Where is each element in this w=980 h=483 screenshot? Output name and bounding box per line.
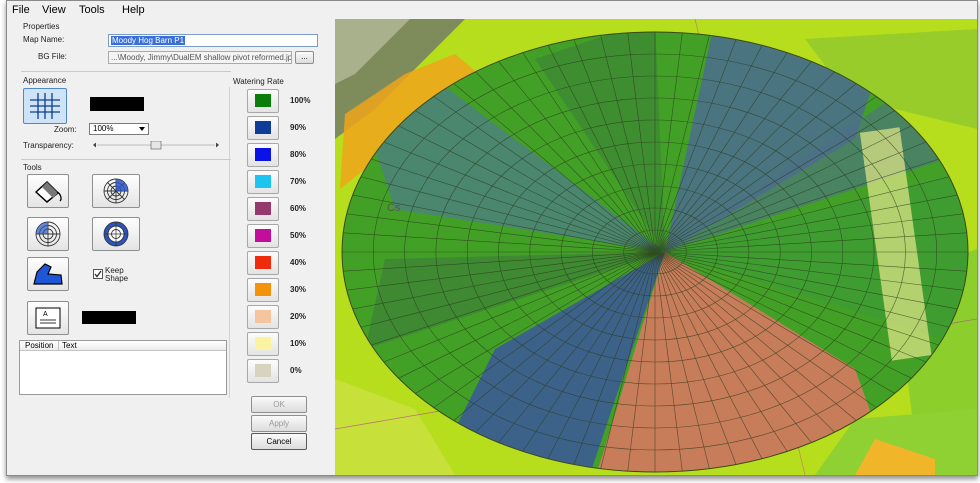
rate-color-swatch bbox=[255, 148, 271, 161]
menu-view[interactable]: View bbox=[42, 4, 66, 16]
rate-button-9[interactable] bbox=[247, 332, 279, 356]
sector-tool-button[interactable] bbox=[92, 174, 140, 208]
bg-file-field: ...\Moody, Jimmy\DualEM shallow pivot re… bbox=[108, 51, 292, 64]
shape-tool-button[interactable] bbox=[27, 257, 69, 291]
rate-label: 100% bbox=[290, 96, 311, 105]
menu-bar: File View Tools Help bbox=[7, 1, 337, 19]
rate-color-swatch bbox=[255, 364, 271, 377]
transparency-slider[interactable] bbox=[89, 140, 221, 150]
pivot-sector-icon bbox=[103, 178, 129, 204]
bg-file-label: BG File: bbox=[38, 52, 67, 61]
rate-label: 60% bbox=[290, 204, 307, 213]
text-color-swatch[interactable] bbox=[82, 311, 136, 324]
properties-section-title: Properties bbox=[23, 22, 60, 31]
rate-button-1[interactable] bbox=[247, 116, 279, 140]
rate-label: 40% bbox=[290, 258, 307, 267]
pivot-ring-icon bbox=[103, 221, 129, 247]
menu-tools[interactable]: Tools bbox=[79, 4, 105, 16]
rate-label: 80% bbox=[290, 150, 307, 159]
paint-bucket-icon bbox=[34, 180, 62, 203]
ok-button[interactable]: OK bbox=[251, 396, 307, 413]
svg-text:Cs: Cs bbox=[387, 202, 401, 214]
rate-label: 20% bbox=[290, 312, 307, 321]
rate-color-swatch bbox=[255, 229, 271, 242]
column-text[interactable]: Text bbox=[62, 341, 77, 350]
map-label: Cs bbox=[387, 202, 401, 214]
control-panel: Properties Map Name: Moody Hog Barn P1 B… bbox=[7, 19, 337, 475]
map-name-input[interactable]: Moody Hog Barn P1 bbox=[108, 34, 318, 47]
ring-tool-button[interactable] bbox=[92, 217, 140, 251]
text-tool-button[interactable]: A bbox=[27, 301, 69, 335]
rate-button-6[interactable] bbox=[247, 251, 279, 275]
slice-tool-button[interactable] bbox=[27, 217, 69, 251]
chevron-down-icon bbox=[139, 127, 145, 131]
rate-button-3[interactable] bbox=[247, 170, 279, 194]
keep-shape-label: Keep Shape bbox=[105, 266, 129, 283]
rate-button-10[interactable] bbox=[247, 359, 279, 383]
keep-shape-checkbox[interactable] bbox=[93, 269, 103, 279]
rate-color-swatch bbox=[255, 256, 271, 269]
rate-button-8[interactable] bbox=[247, 305, 279, 329]
rate-button-2[interactable] bbox=[247, 143, 279, 167]
freeform-shape-icon bbox=[33, 263, 63, 285]
divider bbox=[21, 159, 231, 160]
pivot-slice-icon bbox=[35, 221, 61, 247]
rate-color-swatch bbox=[255, 337, 271, 350]
watering-rate-title: Watering Rate bbox=[233, 77, 284, 86]
text-labels-table[interactable]: Position Text bbox=[19, 340, 227, 395]
zoom-label: Zoom: bbox=[54, 125, 77, 134]
transparency-label: Transparency: bbox=[23, 141, 74, 150]
application-window: File View Tools Help Properties Map Name… bbox=[6, 0, 978, 476]
column-position[interactable]: Position bbox=[25, 341, 53, 350]
appearance-section-title: Appearance bbox=[23, 76, 67, 85]
table-header: Position Text bbox=[20, 341, 226, 351]
map-name-label: Map Name: bbox=[23, 35, 65, 44]
grid-icon bbox=[30, 93, 60, 119]
rate-color-swatch bbox=[255, 283, 271, 296]
rate-button-0[interactable] bbox=[247, 89, 279, 113]
cancel-button[interactable]: Cancel bbox=[251, 433, 307, 450]
rate-button-7[interactable] bbox=[247, 278, 279, 302]
checkmark-icon bbox=[94, 270, 102, 278]
rate-color-swatch bbox=[255, 94, 271, 107]
rate-button-5[interactable] bbox=[247, 224, 279, 248]
text-label-icon: A bbox=[35, 307, 61, 329]
rate-label: 70% bbox=[290, 177, 307, 186]
divider bbox=[229, 87, 230, 398]
rate-label: 50% bbox=[290, 231, 307, 240]
rate-label: 0% bbox=[290, 366, 302, 375]
zoom-select[interactable]: 100% bbox=[89, 123, 149, 135]
rate-color-swatch bbox=[255, 121, 271, 134]
svg-text:A: A bbox=[43, 311, 48, 318]
slider-thumb bbox=[150, 140, 162, 150]
rate-color-swatch bbox=[255, 202, 271, 215]
grid-color-swatch[interactable] bbox=[90, 97, 144, 111]
rate-label: 90% bbox=[290, 123, 307, 132]
browse-button[interactable]: ... bbox=[295, 51, 314, 64]
grid-style-button[interactable] bbox=[23, 88, 67, 124]
menu-file[interactable]: File bbox=[12, 4, 30, 16]
rate-label: 30% bbox=[290, 285, 307, 294]
rate-color-swatch bbox=[255, 310, 271, 323]
apply-button[interactable]: Apply bbox=[251, 415, 307, 432]
pivot-map-canvas[interactable]: Cs bbox=[335, 19, 977, 475]
tools-section-title: Tools bbox=[23, 163, 42, 172]
rate-label: 10% bbox=[290, 339, 307, 348]
divider bbox=[21, 71, 231, 72]
rate-button-4[interactable] bbox=[247, 197, 279, 221]
rate-color-swatch bbox=[255, 175, 271, 188]
menu-help[interactable]: Help bbox=[122, 4, 145, 16]
fill-tool-button[interactable] bbox=[27, 174, 69, 208]
